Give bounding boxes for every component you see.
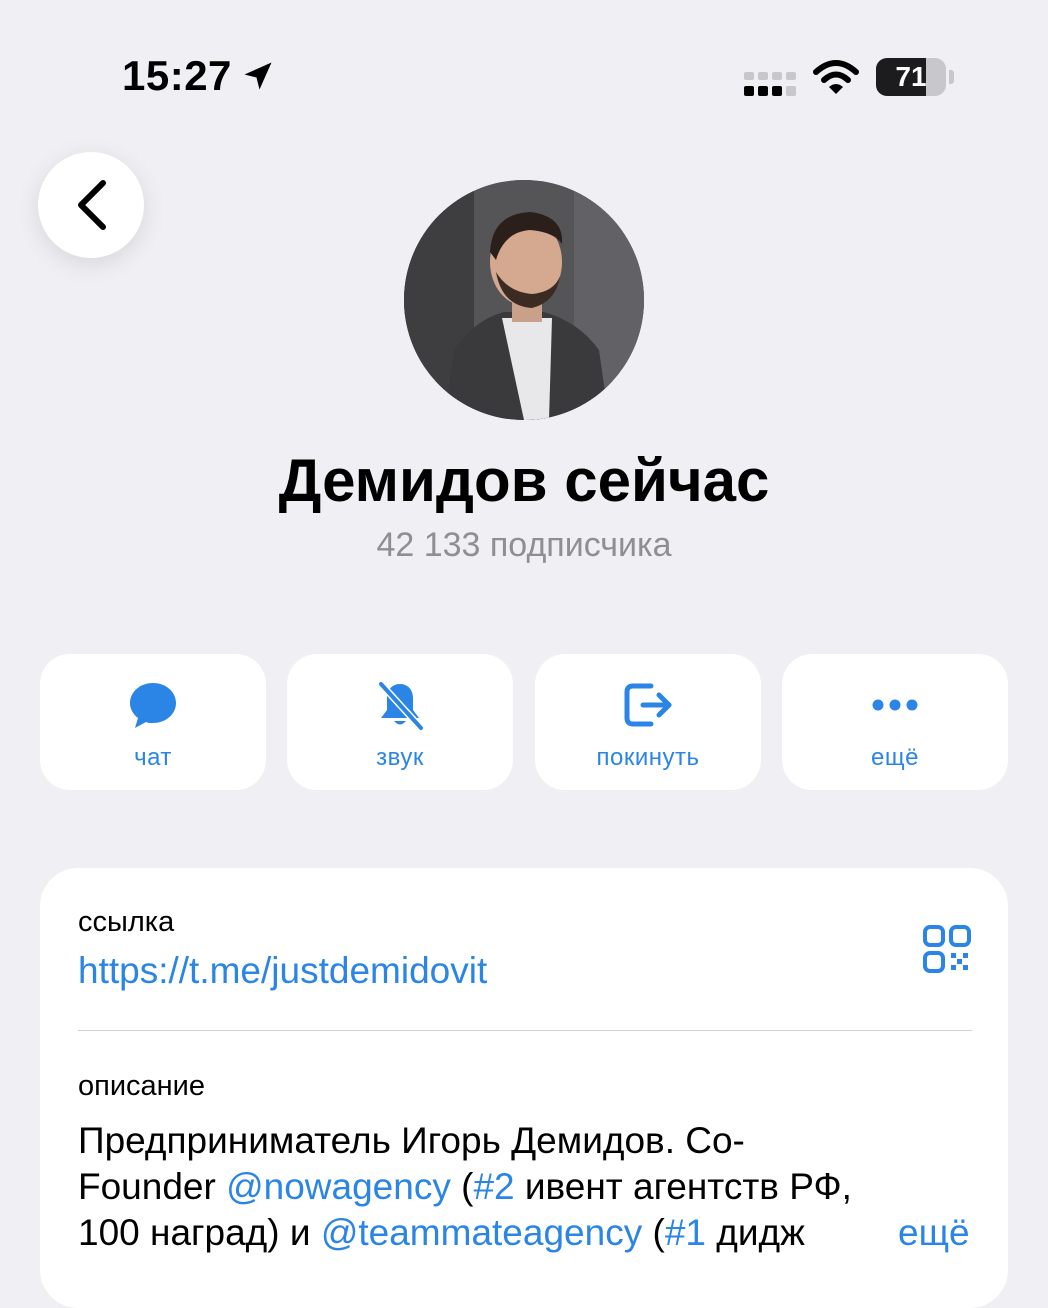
battery-percent: 71 (895, 61, 927, 92)
description-text: Founder (78, 1166, 227, 1207)
mute-button-label: звук (376, 744, 424, 771)
more-button-label: ещё (871, 744, 919, 771)
qr-code-icon[interactable] (922, 924, 972, 974)
channel-avatar[interactable] (404, 180, 644, 420)
more-dots-icon (872, 699, 918, 711)
link-label: ссылка (78, 906, 175, 938)
cellular-signal-icon (744, 72, 796, 96)
divider (78, 1030, 972, 1031)
mention-link[interactable]: @teammateagency (321, 1212, 642, 1253)
description-line: Предприниматель Игорь Демидов. Co- (78, 1120, 745, 1161)
leave-button-label: покинуть (596, 744, 700, 771)
description-text: 100 наград) и (78, 1212, 321, 1253)
location-arrow-icon (244, 62, 272, 90)
description-line: Founder @nowagency (#2 ивент агентств РФ… (78, 1164, 978, 1210)
chat-button-label: чат (134, 744, 172, 771)
mention-link[interactable]: @nowagency (226, 1166, 451, 1207)
chevron-left-icon (78, 180, 106, 230)
hashtag-link[interactable]: #2 (473, 1166, 514, 1207)
bell-slash-icon (377, 680, 425, 732)
chat-bubble-icon (130, 683, 176, 728)
description-more-link[interactable]: ещё (898, 1210, 970, 1256)
description-text: ивент агентств РФ, (514, 1166, 852, 1207)
more-button[interactable]: ещё (782, 654, 1008, 790)
wifi-icon (813, 60, 859, 94)
chat-button[interactable]: чат (40, 654, 266, 790)
description-label: описание (78, 1070, 206, 1102)
description-text: дидж (705, 1212, 805, 1253)
description-text: ( (450, 1166, 474, 1207)
status-time: 15:27 (122, 52, 232, 99)
hashtag-link[interactable]: #1 (665, 1212, 706, 1253)
leave-icon (624, 683, 672, 727)
description-text: ( (642, 1212, 665, 1253)
channel-link[interactable]: https://t.me/justdemidovit (78, 950, 487, 992)
battery-indicator: 71 (876, 58, 954, 96)
avatar-photo (404, 180, 644, 420)
channel-name: Демидов сейчас (278, 447, 770, 514)
back-button[interactable] (38, 152, 144, 258)
leave-button[interactable]: покинуть (535, 654, 761, 790)
mute-button[interactable]: звук (287, 654, 513, 790)
subscriber-count: 42 133 подписчика (376, 526, 672, 564)
